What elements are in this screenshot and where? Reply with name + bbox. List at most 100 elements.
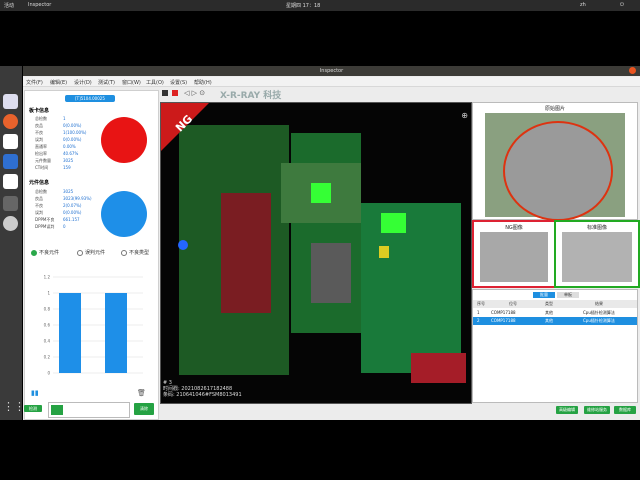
info-row: 总检数 3025 [35,189,95,196]
cell-id: COMP17188 [491,318,516,323]
tab-batch[interactable]: 批量 [533,292,555,298]
a-app-icon[interactable] [3,174,18,189]
app-grid-icon[interactable]: ⋮⋮ [3,400,25,415]
col-index[interactable]: 序号 [477,301,485,307]
table-row[interactable]: 1 COMP17188 其他 Cpu插针检测算法 [473,309,637,317]
detect-label[interactable]: 检测 [24,405,42,412]
menu-edit[interactable]: 编辑(E) [50,79,67,86]
menu-window[interactable]: 窗口(W) [122,79,141,86]
window-titlebar[interactable]: Inspector [23,66,640,76]
table-header: 序号 位号 类型 结果 [473,300,637,308]
info-key: 检出率 [35,151,47,156]
info-value: 40.67% [63,151,79,156]
trash-icon[interactable]: 🗑 [137,389,146,397]
table-body: 1 COMP17188 其他 Cpu插针检测算法 2 COMP17188 其他 Cpu插针检测… [473,309,637,325]
advanced-edit-button[interactable]: 高级编辑 [556,406,578,414]
board-viewer[interactable]: NG ⊕ [160,102,472,404]
info-value: 2(0.07%) [63,203,82,208]
power-icon[interactable]: ⏻ [620,2,624,8]
info-value: 3023(99.93%) [63,196,92,201]
board-barcode: 条码: 210641046#FSM8013491 [163,392,242,398]
info-key: 误判 [35,210,43,215]
bottom-controls: 检测 清除 [24,402,157,418]
standard-image-panel: 标准图像 [554,220,640,288]
menu-settings[interactable]: 设置(S) [170,79,187,86]
cell-n: 2 [477,318,480,323]
menu-design[interactable]: 设计(D) [74,79,92,86]
chart-icon[interactable]: ▮▮ [31,389,39,397]
info-row: 不良 2(0.07%) [35,203,95,210]
info-row: DPPM误判 0 [35,224,95,231]
menu-test[interactable]: 测试(T) [98,79,115,86]
launcher-dock: ⋮⋮ [0,66,25,420]
y-tick-label: 1 [47,291,50,296]
standard-image-title: 标准图像 [586,225,607,231]
info-row: 直通率 0.00% [35,144,95,151]
radio-misjudged-components[interactable]: 误判元件 [77,249,105,256]
info-key: 总检数 [35,189,47,194]
stop-icon[interactable] [172,90,178,96]
info-key: 元件数量 [35,158,51,163]
repair-service-button[interactable]: 维修站服务 [584,406,610,414]
pcb-green-mark [311,183,331,203]
software-center-icon[interactable] [3,154,18,169]
board-info-list: 总检数 1 良品 0(0.00%) 不良 1(100.00%) 误判 0(0.00%) 直通率 0… [35,116,95,172]
col-result[interactable]: 结果 [595,301,603,307]
program-chip[interactable]: [T]5104.00025 [65,95,115,102]
tools-icon[interactable] [3,196,18,211]
tab-single[interactable]: 单板 [557,292,579,298]
radio-bad-types[interactable]: 不良类型 [121,249,149,256]
info-key: 直通率 [35,144,47,149]
status-indicator [51,405,63,415]
input-method[interactable]: zh [580,2,586,8]
nav-icons[interactable]: ◁ ▷ ⊙ [184,89,205,97]
info-row: 不良 1(100.00%) [35,130,95,137]
table-row[interactable]: 2 COMP17188 其他 Cpu插针检测算法 [473,317,637,325]
bar[interactable] [105,293,127,373]
component-pie-chart [101,191,147,237]
info-value: 0(0.00%) [63,137,82,142]
bar[interactable] [59,293,81,373]
info-row: 良品 0(0.00%) [35,123,95,130]
col-type[interactable]: 类型 [545,301,553,307]
ng-image-title: NG图像 [505,225,523,231]
bar-chart: 0 0.2 0.4 0.6 0.8 1 1.2 [44,275,143,376]
menu-help[interactable]: 帮助(H) [194,79,212,86]
system-top-bar: 活动 Inspector 星期四 17：18 zh ⏻ [0,0,640,11]
info-row: CT时间 159 [35,165,95,172]
menu-file[interactable]: 文件(F) [26,79,43,86]
zoom-controls[interactable]: ⊕ [461,111,468,120]
eagle-app-icon[interactable] [3,216,18,231]
info-value: 0.00% [63,144,76,149]
col-id[interactable]: 位号 [509,301,517,307]
clear-button[interactable]: 清除 [134,403,154,415]
board-pie-chart [101,117,147,163]
menu-bar: 文件(F) 编辑(E) 设计(D) 测试(T) 窗口(W) 工具(O) 设置(S… [23,77,640,87]
board-info-title: 板卡信息 [29,108,50,114]
firefox-icon[interactable] [3,114,18,129]
info-value: 159 [63,165,71,170]
database-button[interactable]: 数据库 [614,406,636,414]
inspector-app-icon[interactable] [3,134,18,149]
info-row: 检出率 40.67% [35,151,95,158]
info-value: 3025 [63,158,74,163]
pcb-green-mark-2 [381,213,406,233]
play-icon[interactable] [162,90,168,96]
pcb-region-right [361,203,461,373]
cell-type: 其他 [545,318,553,323]
active-app-label[interactable]: Inspector [28,2,51,8]
info-key: DPPM误判 [35,224,55,229]
info-key: CT时间 [35,165,49,170]
info-value: 0(0.00%) [63,123,82,128]
activities-label[interactable]: 活动 [4,2,14,9]
reference-image-panel: 原始图片 [472,102,638,221]
pcb-yellow-mark [379,246,389,258]
close-icon[interactable] [629,67,636,74]
camera-app-icon[interactable] [3,94,18,109]
menu-tools[interactable]: 工具(O) [146,79,164,86]
radio-label: 不良类型 [129,250,150,256]
clock[interactable]: 星期四 17：18 [286,2,320,9]
y-tick-label: 0 [47,371,50,376]
radio-bad-components[interactable]: 不良元件 [31,249,59,256]
info-value: 0(0.00%) [63,210,82,215]
